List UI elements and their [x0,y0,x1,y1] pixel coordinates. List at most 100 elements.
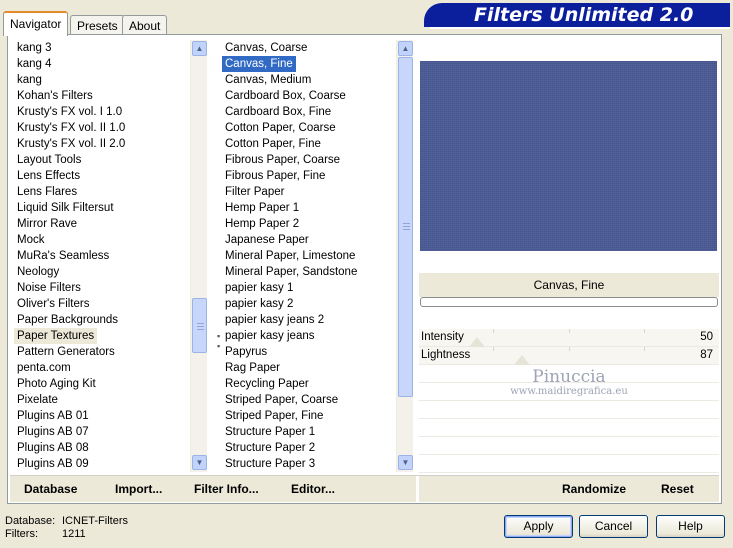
category-scroll-thumb[interactable] [192,298,207,353]
list-item[interactable]: Noise Filters [14,280,190,296]
list-item[interactable]: papier kasy 2 [222,296,396,312]
list-item-label: MuRa's Seamless [17,250,110,262]
list-item[interactable]: Oliver's Filters [14,296,190,312]
list-item-label: Layout Tools [17,154,82,166]
category-list[interactable]: kang 3 kang 4 kang Kohan's Filters Krusty's … [14,40,190,472]
import-button[interactable]: Import... [115,482,162,496]
list-item[interactable]: Pattern Generators [14,344,190,360]
list-item[interactable]: Canvas, Medium [222,72,396,88]
list-item[interactable]: Krusty's FX vol. I 1.0 [14,104,190,120]
list-item[interactable]: Hemp Paper 1 [222,200,396,216]
list-item[interactable]: Canvas, Fine [222,56,396,72]
app-title-banner: Filters Unlimited 2.0 [424,3,730,27]
list-item[interactable]: Canvas, Coarse [222,40,396,56]
scroll-up-arrow-icon[interactable]: ▲ [398,41,413,56]
list-item[interactable]: Striped Paper, Coarse [222,392,396,408]
list-item-label: Krusty's FX vol. II 2.0 [17,138,126,150]
reset-button[interactable]: Reset [661,482,694,496]
list-item-label: Krusty's FX vol. I 1.0 [17,106,123,118]
filter-info-button[interactable]: Filter Info... [194,482,259,496]
category-scrollbar[interactable]: ▲ ▼ [190,40,207,472]
list-item[interactable]: Plugins AB 09 [14,456,190,472]
list-item[interactable]: Plugins AB 01 [14,408,190,424]
list-item-label: papier kasy 2 [225,298,294,310]
slider-empty [419,401,719,419]
list-item[interactable]: Pixelate [14,392,190,408]
list-item-label: Rag Paper [225,362,280,374]
list-item[interactable]: Structure Paper 2 [222,440,396,456]
list-item[interactable]: Layout Tools [14,152,190,168]
list-item[interactable]: papier kasy jeans [222,328,396,344]
list-item[interactable]: kang [14,72,190,88]
tab-presets[interactable]: Presets [70,15,125,35]
scroll-down-arrow-icon[interactable]: ▼ [192,455,207,470]
list-item[interactable]: Papyrus [222,344,396,360]
list-item[interactable]: Plugins AB 07 [14,424,190,440]
list-item[interactable]: Rag Paper [222,360,396,376]
list-item[interactable]: Liquid Silk Filtersut [14,200,190,216]
editor-button[interactable]: Editor... [291,482,335,496]
help-button[interactable]: Help [656,515,725,538]
list-item-label: Striped Paper, Fine [225,410,324,422]
list-item[interactable]: penta.com [14,360,190,376]
list-item[interactable]: Filter Paper [222,184,396,200]
list-item[interactable]: Cotton Paper, Coarse [222,120,396,136]
list-item-label: Plugins AB 07 [17,426,89,438]
list-item-label: Krusty's FX vol. II 1.0 [17,122,126,134]
list-item-label: Photo Aging Kit [17,378,96,390]
randomize-button[interactable]: Randomize [562,482,626,496]
list-item[interactable]: Structure Paper 3 [222,456,396,472]
list-item[interactable]: MuRa's Seamless [14,248,190,264]
list-item-label: Canvas, Fine [222,56,296,72]
list-item[interactable]: Plugins AB 08 [14,440,190,456]
preview-image [420,61,717,251]
list-item[interactable]: Krusty's FX vol. II 1.0 [14,120,190,136]
list-item[interactable]: Recycling Paper [222,376,396,392]
slider-label: Intensity [421,331,464,343]
list-item[interactable]: Mock [14,232,190,248]
filter-scrollbar[interactable]: ▲ ▼ [396,40,413,472]
list-item[interactable]: Mineral Paper, Sandstone [222,264,396,280]
list-item[interactable]: Fibrous Paper, Coarse [222,152,396,168]
list-item[interactable]: Striped Paper, Fine [222,408,396,424]
list-item[interactable]: Neology [14,264,190,280]
list-item[interactable]: kang 3 [14,40,190,56]
list-item[interactable]: Paper Textures [14,328,190,344]
list-item[interactable]: papier kasy 1 [222,280,396,296]
list-item-label: papier kasy 1 [225,282,294,294]
tab-about[interactable]: About [122,15,168,35]
list-item[interactable]: Kohan's Filters [14,88,190,104]
list-item[interactable]: Cotton Paper, Fine [222,136,396,152]
list-item[interactable]: Krusty's FX vol. II 2.0 [14,136,190,152]
scroll-up-arrow-icon[interactable]: ▲ [192,41,207,56]
list-item-label: Plugins AB 01 [17,410,89,422]
list-item[interactable]: Lens Flares [14,184,190,200]
slider-lightness[interactable]: Lightness 87 [419,347,719,365]
database-button[interactable]: Database [24,482,77,496]
list-item[interactable]: papier kasy jeans 2 [222,312,396,328]
tab-navigator[interactable]: Navigator [3,11,69,36]
slider-panel: Intensity 50 Lightness 87 Pinuccia www.m… [419,329,719,473]
list-item[interactable]: Mineral Paper, Limestone [222,248,396,264]
scroll-down-arrow-icon[interactable]: ▼ [398,455,413,470]
list-item[interactable]: Fibrous Paper, Fine [222,168,396,184]
database-info: Database: ICNET-Filters Filters: 1211 [5,515,128,541]
list-item[interactable]: Japanese Paper [222,232,396,248]
cancel-button[interactable]: Cancel [579,515,648,538]
list-item-label: kang [17,74,42,86]
list-item[interactable]: Hemp Paper 2 [222,216,396,232]
list-item[interactable]: kang 4 [14,56,190,72]
list-item[interactable]: Structure Paper 1 [222,424,396,440]
list-item[interactable]: Cardboard Box, Fine [222,104,396,120]
list-item[interactable]: Paper Backgrounds [14,312,190,328]
list-item[interactable]: Photo Aging Kit [14,376,190,392]
list-item-label: Pattern Generators [17,346,115,358]
list-item[interactable]: Cardboard Box, Coarse [222,88,396,104]
filter-scroll-thumb[interactable] [398,57,413,397]
filter-list[interactable]: Canvas, Coarse Canvas, Fine Canvas, Medium… [222,40,396,472]
list-item-label: Liquid Silk Filtersut [17,202,114,214]
slider-intensity[interactable]: Intensity 50 [419,329,719,347]
apply-button[interactable]: Apply [504,515,573,538]
list-item[interactable]: Mirror Rave [14,216,190,232]
list-item[interactable]: Lens Effects [14,168,190,184]
